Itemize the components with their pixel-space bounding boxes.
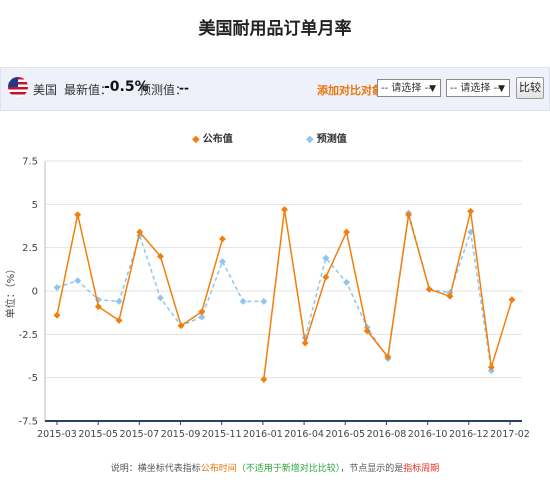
x-tick-label: 2015-09 <box>161 429 201 440</box>
y-tick-label: 2.5 <box>22 243 38 254</box>
data-point-1 <box>218 257 227 266</box>
data-point-0 <box>301 339 309 347</box>
x-tick-label: 2016-08 <box>367 429 407 440</box>
chart-footnote: 说明：横坐标代表指标公布时间（不适用于新增对比比较），节点显示的是指标周期 <box>0 461 550 474</box>
footnote-text-3: （不适用于新增对比比较） <box>236 464 341 474</box>
footnote-text-5: 指标周期 <box>403 464 440 474</box>
x-tick-label: 2015-03 <box>37 429 77 440</box>
data-point-1 <box>239 297 247 305</box>
data-point-0 <box>280 205 289 214</box>
data-point-0 <box>508 296 516 304</box>
data-point-0 <box>74 211 82 219</box>
y-tick-label: 5 <box>32 200 38 211</box>
x-tick-label: 2015-05 <box>78 429 118 440</box>
x-tick-label: 2016-05 <box>325 429 365 440</box>
data-point-0 <box>322 273 330 281</box>
x-tick-label: 2016-01 <box>243 429 283 440</box>
data-point-1 <box>53 283 61 292</box>
x-tick-label: 2016-10 <box>408 429 448 440</box>
data-point-1 <box>156 294 164 302</box>
series-line-1 <box>304 212 493 371</box>
y-tick-label: -2.5 <box>18 330 38 341</box>
x-tick-label: 2016-12 <box>449 429 489 440</box>
footnote-text-1: 说明：横坐标代表指标 <box>110 464 201 474</box>
footnote-text-2: 公布时间 <box>200 464 237 474</box>
x-tick-label: 2015-07 <box>120 429 160 440</box>
data-point-0 <box>53 311 61 319</box>
y-tick-label: -7.5 <box>18 417 38 428</box>
data-point-1 <box>115 297 123 305</box>
series-line-1 <box>56 233 264 327</box>
y-tick-label: 0 <box>32 287 38 298</box>
y-axis-label: 单位：（%） <box>4 264 17 319</box>
y-tick-label: -5 <box>28 373 38 384</box>
x-tick-label: 2017-02 <box>490 429 530 440</box>
data-point-0 <box>342 228 351 236</box>
data-point-0 <box>218 235 227 243</box>
data-point-0 <box>260 375 268 383</box>
chart-area: -7.5-5-2.502.557.5单位：（%）2015-03 2015-05 20… <box>4 157 530 441</box>
data-point-0 <box>425 285 433 293</box>
data-point-1 <box>260 297 268 305</box>
y-tick-label: 7.5 <box>22 157 38 168</box>
footnote-text-4: ，节点显示的是 <box>340 464 404 474</box>
x-tick-label: 2016-04 <box>284 429 324 440</box>
x-tick-label: 2015-11 <box>202 429 242 440</box>
data-point-0 <box>467 207 475 215</box>
data-point-1 <box>342 278 351 286</box>
